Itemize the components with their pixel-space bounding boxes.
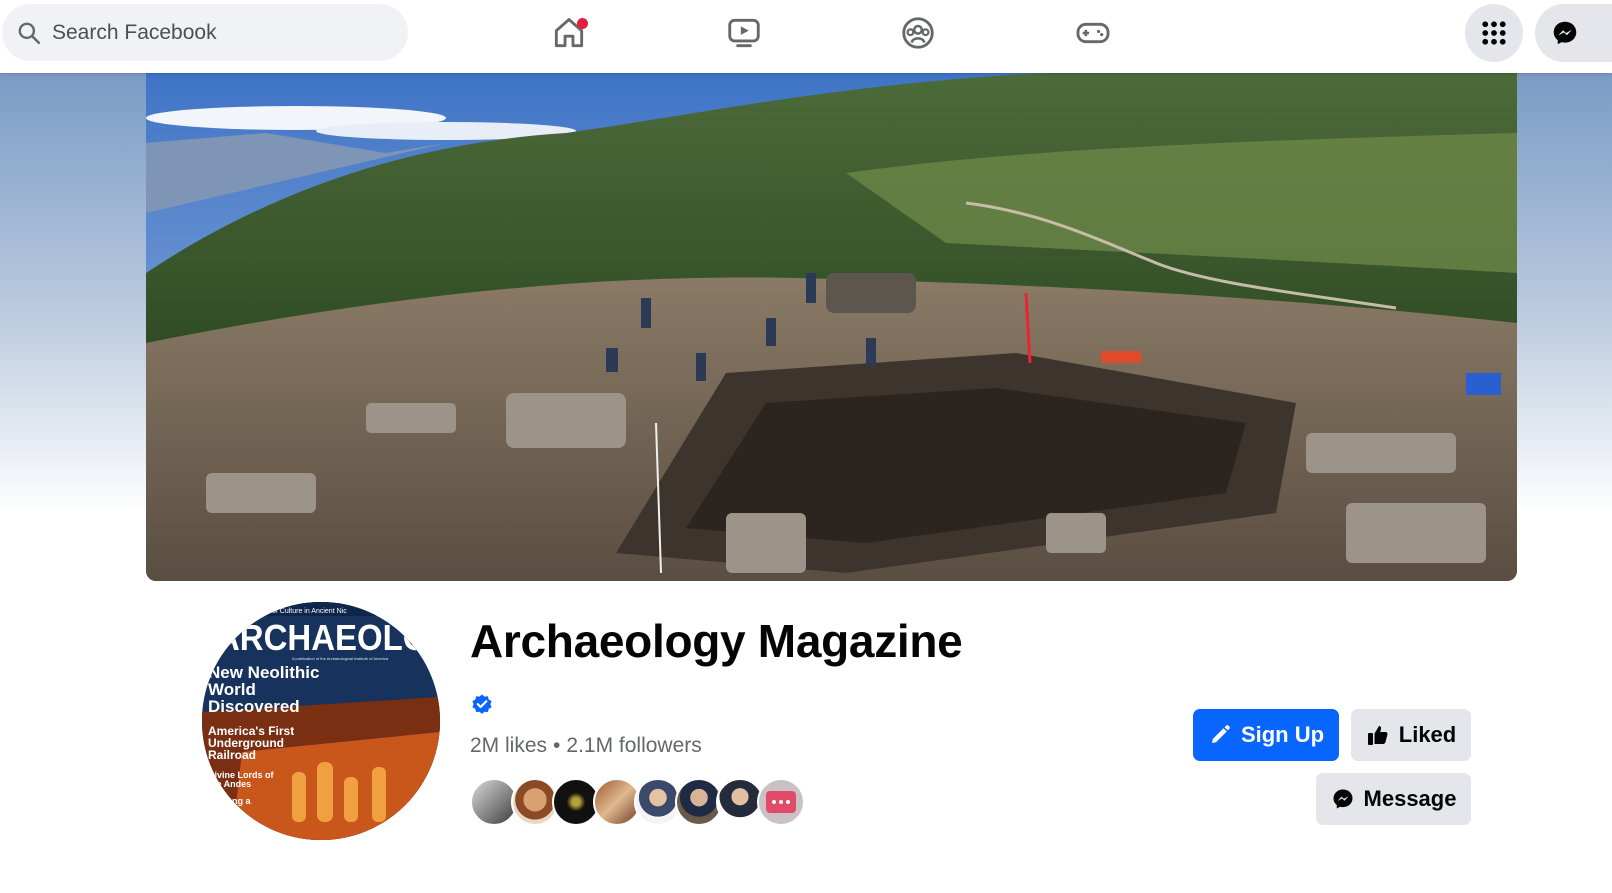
top-navigation-bar: Search Facebook [0, 0, 1612, 73]
grid-menu-icon [1482, 21, 1506, 45]
magazine-headline-2: America's First Underground Railroad [208, 724, 295, 762]
likes-count[interactable]: 2M likes [470, 734, 547, 757]
liked-label: Liked [1398, 722, 1457, 747]
menu-button[interactable] [1465, 4, 1523, 62]
gaming-icon [1076, 22, 1110, 44]
magazine-publisher-line: A publication of the Archaeological Inst… [292, 656, 389, 661]
nav-gaming[interactable] [1063, 8, 1123, 58]
magazine-headline-4: ng a [232, 796, 251, 806]
sign-up-label: Sign Up [1240, 722, 1325, 747]
more-friends-icon [766, 791, 796, 813]
profile-picture[interactable]: of Culture in Ancient Nic ARCHAEOLOGY A … [198, 598, 444, 844]
sign-up-button[interactable]: Sign Up [1193, 709, 1339, 761]
messenger-button[interactable] [1535, 4, 1612, 62]
search-bar[interactable]: Search Facebook [2, 4, 408, 61]
cover-photo[interactable] [146, 73, 1517, 581]
search-placeholder: Search Facebook [52, 20, 217, 44]
magazine-headline-3: Divine Lords of the Andes [208, 770, 274, 789]
magazine-tagline: of Culture in Ancient Nic [272, 608, 347, 615]
pencil-icon [1211, 725, 1230, 743]
verified-badge-icon [472, 694, 492, 714]
groups-icon [902, 17, 934, 49]
thumbs-up-icon [1367, 726, 1388, 745]
video-icon [728, 18, 760, 48]
nav-video[interactable] [714, 8, 774, 58]
search-icon [18, 22, 41, 44]
magazine-cover-image: of Culture in Ancient Nic ARCHAEOLOGY A … [202, 602, 440, 840]
message-label: Message [1363, 786, 1457, 811]
stats-separator: • [553, 734, 561, 757]
cover-photo-image [146, 73, 1517, 581]
messenger-icon [1553, 21, 1576, 45]
notification-dot [577, 18, 588, 29]
page-stats: 2M likes • 2.1M followers [470, 734, 702, 758]
nav-groups[interactable] [888, 8, 948, 58]
magazine-headline-1: New Neolithic World Discovered [208, 664, 320, 716]
followers-count[interactable]: 2.1M followers [566, 734, 701, 757]
message-button[interactable]: Message [1316, 773, 1471, 825]
magazine-masthead: ARCHAEOLOGY [216, 617, 440, 658]
nav-home[interactable] [539, 8, 599, 58]
liked-button[interactable]: Liked [1351, 709, 1471, 761]
friend-avatar[interactable] [757, 778, 805, 826]
messenger-icon [1333, 789, 1353, 809]
page-title: Archaeology Magazine [470, 615, 963, 667]
